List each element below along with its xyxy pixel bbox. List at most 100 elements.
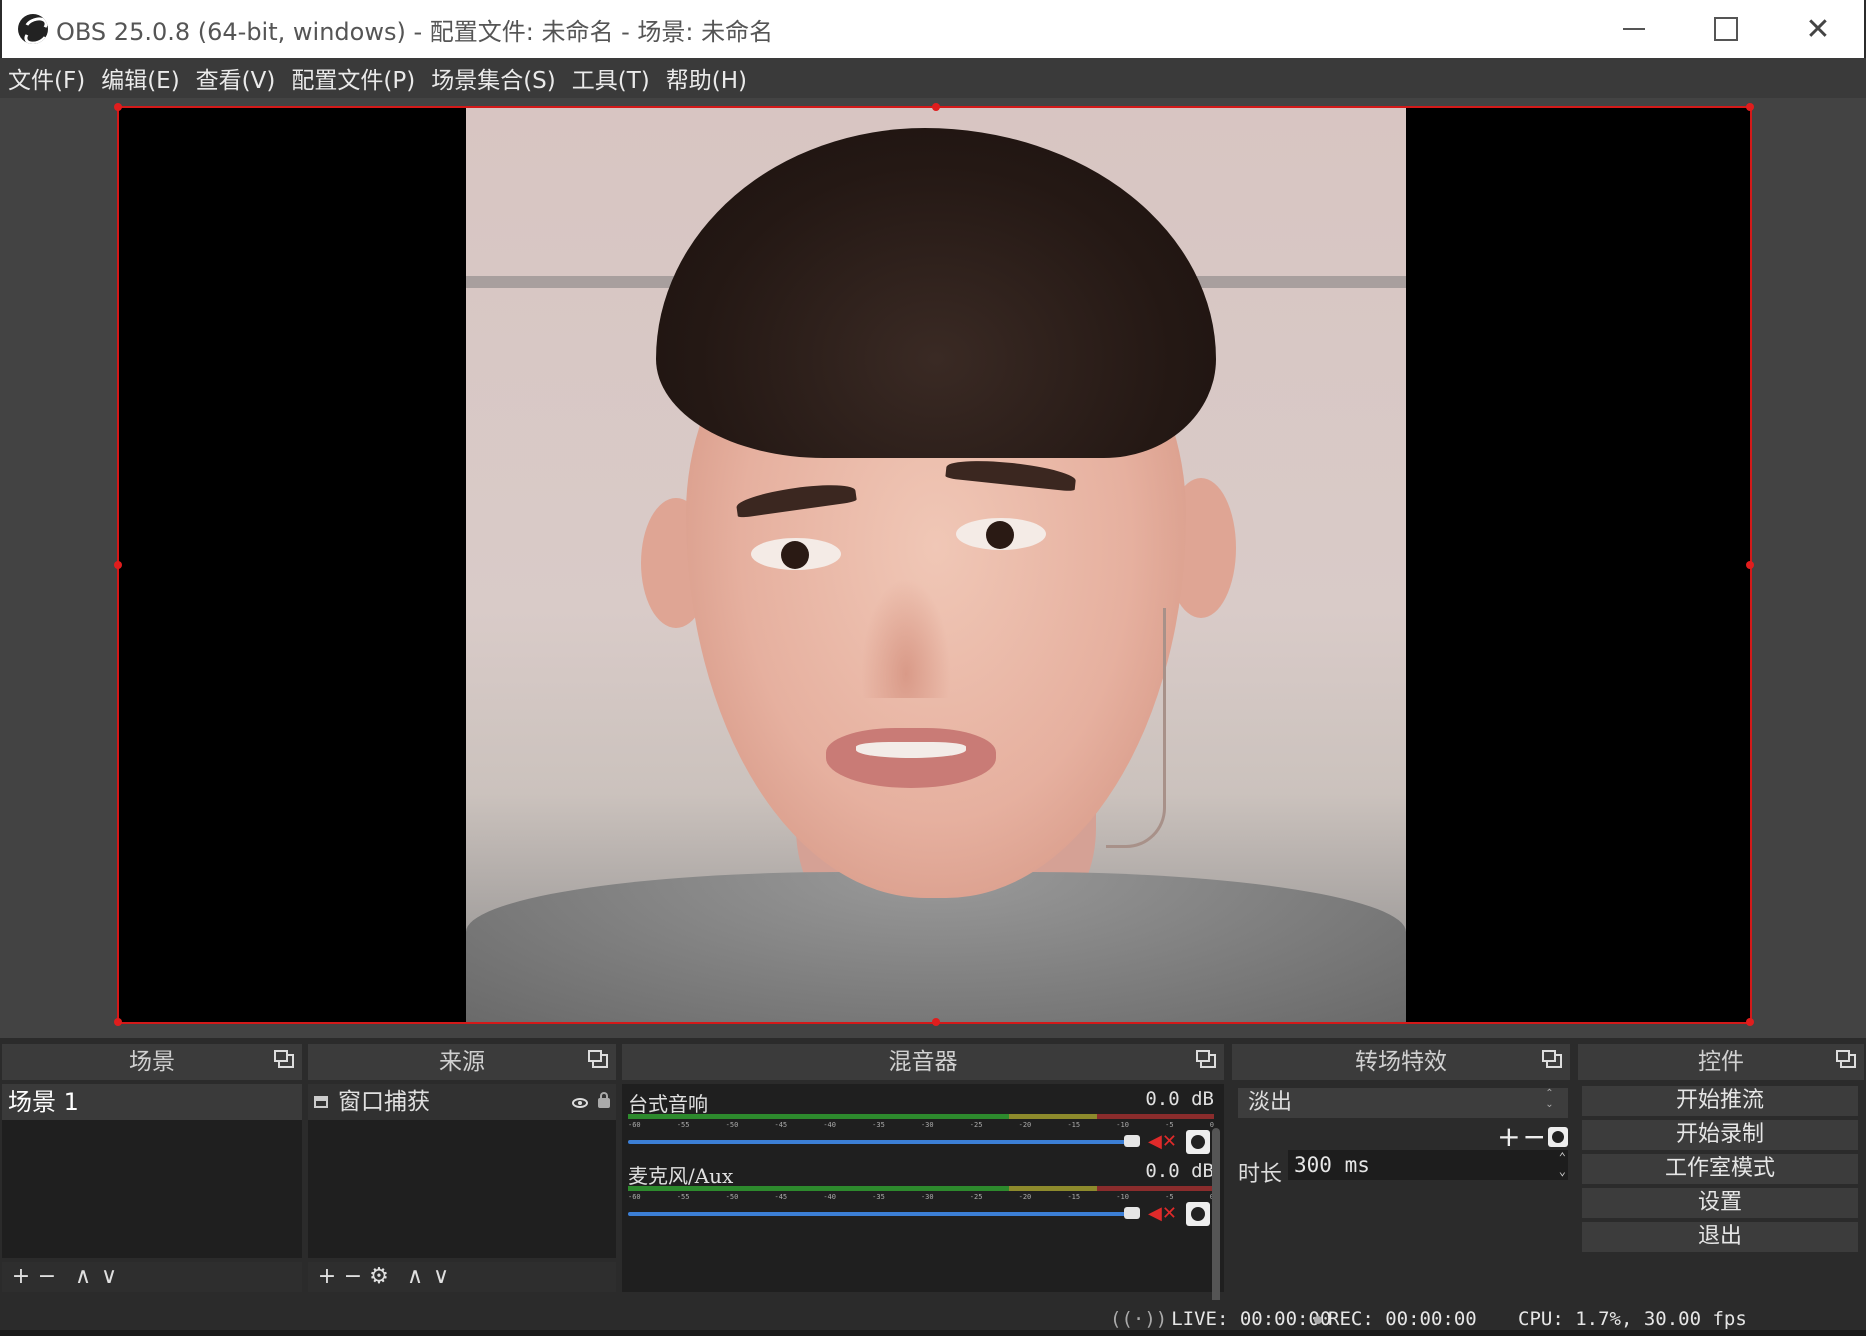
sources-dock-title: 来源 <box>439 1049 485 1075</box>
volume-fader-handle[interactable] <box>1124 1207 1140 1219</box>
settings-button[interactable]: 设置 <box>1582 1188 1858 1218</box>
remove-source-button[interactable]: − <box>340 1264 366 1290</box>
window-capture-source-image[interactable] <box>466 108 1406 1022</box>
controls-dock-header: 控件 <box>1578 1044 1864 1080</box>
preview-canvas[interactable] <box>114 103 1754 1026</box>
mixer-scrollbar[interactable] <box>1212 1128 1220 1328</box>
undock-icon[interactable] <box>1196 1050 1216 1068</box>
sources-dock-header: 来源 <box>308 1044 616 1080</box>
resize-handle-left[interactable] <box>114 561 122 569</box>
person-eye-right <box>956 518 1046 550</box>
duration-input[interactable]: 300 ms ⌃ ⌄ <box>1288 1150 1568 1180</box>
scenes-toolbar: + − ∧ ∨ <box>2 1262 302 1292</box>
muted-speaker-icon[interactable]: ◀✕ <box>1148 1204 1177 1224</box>
preview-area <box>0 98 1866 1038</box>
menu-view[interactable]: 查看(V) <box>196 61 276 95</box>
transition-select[interactable]: 淡出 <box>1238 1088 1568 1118</box>
move-source-down-button[interactable]: ∨ <box>428 1264 454 1290</box>
mixer-dock: 混音器 台式音响 0.0 dB -60 -55 -50 -45 -40 -35 -30 -25… <box>622 1044 1224 1328</box>
source-item[interactable]: 窗口捕获 <box>308 1084 616 1120</box>
menu-help[interactable]: 帮助(H) <box>666 61 747 95</box>
window-controls: ✕ <box>1588 0 1864 58</box>
live-status: ((·)) LIVE: 00:00:00 <box>1110 1308 1331 1330</box>
add-source-button[interactable]: + <box>314 1264 340 1290</box>
record-dot-icon <box>1314 1315 1322 1324</box>
cpu-fps-status: CPU: 1.7%, 30.00 fps <box>1518 1308 1747 1330</box>
close-button[interactable]: ✕ <box>1772 0 1864 58</box>
volume-fader-track[interactable] <box>628 1212 1128 1216</box>
person-hair <box>656 128 1216 458</box>
menu-edit[interactable]: 编辑(E) <box>101 61 179 95</box>
resize-handle-bottom-right[interactable] <box>1746 1018 1754 1026</box>
obs-logo-icon <box>18 14 48 44</box>
volume-meter <box>628 1114 1214 1119</box>
controls-dock-title: 控件 <box>1698 1049 1744 1075</box>
window-bottom-edge <box>0 1330 1866 1336</box>
source-properties-gear-icon[interactable]: ⚙ <box>366 1264 392 1290</box>
transitions-dock: 转场特效 淡出 + − 时长 300 ms ⌃⌄ <box>1232 1044 1570 1294</box>
meter-ticks: -60-55-50-45-40-35-30-25-20-15-10-50 <box>628 1193 1214 1201</box>
mixer-dock-title: 混音器 <box>888 1049 958 1075</box>
channel-name: 台式音响 <box>628 1092 708 1116</box>
undock-icon[interactable] <box>274 1050 294 1068</box>
lock-icon[interactable] <box>598 1092 610 1108</box>
resize-handle-bottom-left[interactable] <box>114 1018 122 1026</box>
volume-fader-handle[interactable] <box>1124 1135 1140 1147</box>
channel-db: 0.0 dB <box>1145 1160 1214 1182</box>
channel-settings-gear-icon[interactable] <box>1186 1130 1210 1154</box>
live-timer: LIVE: 00:00:00 <box>1171 1308 1332 1330</box>
transitions-dock-header: 转场特效 <box>1232 1044 1570 1080</box>
move-source-up-button[interactable]: ∧ <box>402 1264 428 1290</box>
volume-fader-track[interactable] <box>628 1140 1128 1144</box>
resize-handle-top[interactable] <box>932 103 940 111</box>
rec-status: REC: 00:00:00 <box>1314 1308 1477 1330</box>
start-recording-button[interactable]: 开始录制 <box>1582 1120 1858 1150</box>
person-nose <box>861 578 951 698</box>
resize-handle-bottom[interactable] <box>932 1018 940 1026</box>
resize-handle-top-right[interactable] <box>1746 103 1754 111</box>
broadcast-signal-icon: ((·)) <box>1110 1308 1168 1330</box>
mixer-dock-header: 混音器 <box>622 1044 1224 1080</box>
scene-item[interactable]: 场景 1 <box>2 1084 302 1120</box>
resize-handle-top-left[interactable] <box>114 103 122 111</box>
minimize-button[interactable] <box>1588 0 1680 58</box>
studio-mode-button[interactable]: 工作室模式 <box>1582 1154 1858 1184</box>
exit-button[interactable]: 退出 <box>1582 1222 1858 1252</box>
start-streaming-button[interactable]: 开始推流 <box>1582 1086 1858 1116</box>
move-scene-up-button[interactable]: ∧ <box>70 1264 96 1290</box>
mixer-channels: 台式音响 0.0 dB -60 -55 -50 -45 -40 -35 -30 -25 -20-… <box>622 1084 1224 1328</box>
add-transition-button[interactable]: + <box>1497 1123 1520 1151</box>
move-scene-down-button[interactable]: ∨ <box>96 1264 122 1290</box>
person-eye-left <box>751 538 841 570</box>
resize-handle-right[interactable] <box>1746 561 1754 569</box>
menu-scene-collection[interactable]: 场景集合(S) <box>431 61 556 95</box>
duration-value: 300 ms <box>1294 1153 1370 1177</box>
undock-icon[interactable] <box>1836 1050 1856 1068</box>
title-bar: OBS 25.0.8 (64-bit, windows) - 配置文件: 未命名… <box>0 0 1866 58</box>
undock-icon[interactable] <box>588 1050 608 1068</box>
channel-settings-gear-icon[interactable] <box>1186 1202 1210 1226</box>
menu-file[interactable]: 文件(F) <box>8 61 85 95</box>
menu-profile[interactable]: 配置文件(P) <box>291 61 415 95</box>
mixer-channel-mic-aux: 麦克风/Aux 0.0 dB -60 -55 -50 -45 -40 -35 -30 -25-… <box>628 1160 1214 1230</box>
menu-bar: 文件(F) 编辑(E) 查看(V) 配置文件(P) 场景集合(S) 工具(T) … <box>0 58 1866 98</box>
rec-timer: REC: 00:00:00 <box>1328 1308 1477 1330</box>
meter-ticks: -60-55-50-45-40-35-30-25-20-15-10-50 <box>628 1121 1214 1129</box>
channel-name: 麦克风/Aux <box>628 1164 734 1188</box>
window-capture-icon <box>314 1096 328 1108</box>
sources-dock: 来源 窗口捕获 + − ⚙ ∧ ∨ <box>308 1044 616 1294</box>
channel-db: 0.0 dB <box>1145 1088 1214 1110</box>
maximize-button[interactable] <box>1680 0 1772 58</box>
scenes-list: 场景 1 <box>2 1084 302 1258</box>
remove-transition-button[interactable]: − <box>1523 1123 1546 1151</box>
duration-spinner-icon[interactable]: ⌃ ⌄ <box>1559 1150 1566 1178</box>
undock-icon[interactable] <box>1542 1050 1562 1068</box>
remove-scene-button[interactable]: − <box>34 1264 60 1290</box>
visibility-eye-icon[interactable] <box>572 1098 588 1108</box>
transition-settings-gear-icon[interactable] <box>1548 1127 1568 1147</box>
muted-speaker-icon[interactable]: ◀✕ <box>1148 1132 1177 1152</box>
menu-tools[interactable]: 工具(T) <box>572 61 650 95</box>
scenes-dock-header: 场景 <box>2 1044 302 1080</box>
add-scene-button[interactable]: + <box>8 1264 34 1290</box>
docks-area: 场景 场景 1 + − ∧ ∨ 来源 窗口捕获 + − ⚙ ∧ ∨ 混音器 台式… <box>0 1038 1866 1328</box>
